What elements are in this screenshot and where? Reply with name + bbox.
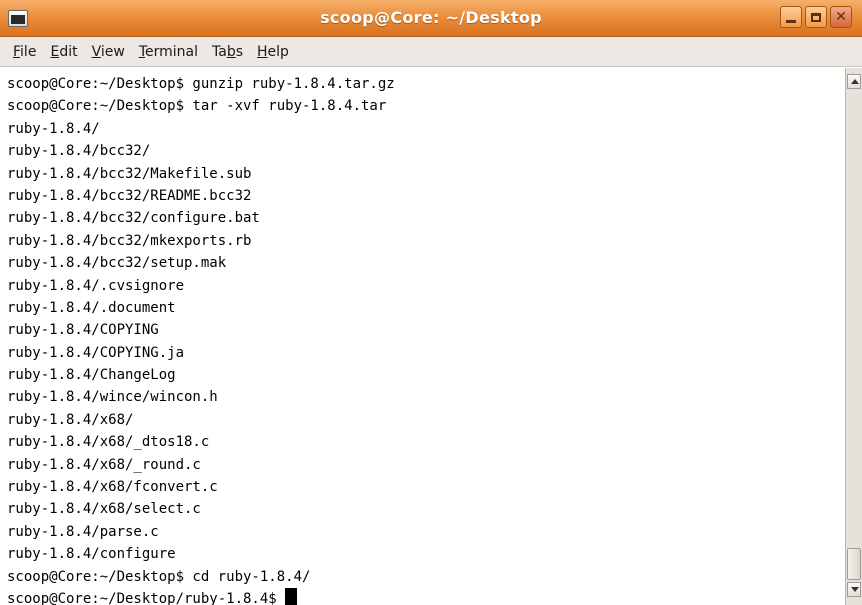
terminal-line: ruby-1.8.4/x68/ [7,411,134,428]
title-bar[interactable]: scoop@Core: ~/Desktop ✕ [0,0,862,37]
terminal-line: ruby-1.8.4/configure [7,546,176,563]
terminal-line: ruby-1.8.4/bcc32/Makefile.sub [7,165,252,182]
terminal-line: ruby-1.8.4/bcc32/ [7,143,151,160]
menu-bar: File Edit View Terminal Tabs Help [0,37,862,67]
terminal-line: ruby-1.8.4/bcc32/configure.bat [7,210,260,227]
scroll-up-arrow-icon[interactable] [847,74,861,89]
terminal-line: ruby-1.8.4/bcc32/setup.mak [7,255,227,272]
terminal-line: ruby-1.8.4/wince/wincon.h [7,389,218,406]
maximize-icon [811,12,821,22]
terminal-line: ruby-1.8.4/.document [7,299,176,316]
terminal-line: scoop@Core:~/Desktop$ cd ruby-1.8.4/ [7,568,311,585]
close-icon: ✕ [835,9,847,25]
terminal-line: ruby-1.8.4/x68/select.c [7,501,201,518]
terminal-output[interactable]: scoop@Core:~/Desktop$ gunzip ruby-1.8.4.… [0,68,845,605]
window-title: scoop@Core: ~/Desktop [320,8,542,27]
terminal-line: ruby-1.8.4/parse.c [7,523,159,540]
terminal-line: scoop@Core:~/Desktop$ gunzip ruby-1.8.4.… [7,76,395,92]
scroll-thumb[interactable] [847,548,861,580]
minimize-button[interactable] [780,6,802,28]
terminal-lines: scoop@Core:~/Desktop$ gunzip ruby-1.8.4.… [7,73,395,605]
vertical-scrollbar[interactable] [845,68,862,605]
terminal-line: ruby-1.8.4/x68/_round.c [7,456,201,473]
terminal-line: ruby-1.8.4/COPYING [7,322,159,339]
close-button[interactable]: ✕ [830,6,852,28]
menu-view[interactable]: View [85,44,132,60]
maximize-button[interactable] [805,6,827,28]
terminal-line: ruby-1.8.4/bcc32/mkexports.rb [7,232,252,249]
menu-help[interactable]: Help [250,44,296,60]
menu-edit[interactable]: Edit [43,44,84,60]
menu-file[interactable]: File [6,44,43,60]
terminal-line: ruby-1.8.4/ [7,120,100,137]
terminal-line: ruby-1.8.4/COPYING.ja [7,344,185,361]
terminal-prompt-line[interactable]: scoop@Core:~/Desktop/ruby-1.8.4$ [7,587,395,605]
minimize-icon [786,19,796,23]
terminal-line: ruby-1.8.4/x68/fconvert.c [7,479,218,496]
terminal-window: scoop@Core: ~/Desktop ✕ File Edit View T… [0,0,862,605]
terminal-line: scoop@Core:~/Desktop$ tar -xvf ruby-1.8.… [7,98,387,115]
menu-terminal[interactable]: Terminal [132,44,205,60]
terminal-line: ruby-1.8.4/x68/_dtos18.c [7,434,210,451]
terminal-line: ruby-1.8.4/bcc32/README.bcc32 [7,187,252,204]
prompt-text: scoop@Core:~/Desktop/ruby-1.8.4$ [7,590,286,605]
text-cursor [285,587,298,605]
terminal-line: ruby-1.8.4/ChangeLog [7,367,176,384]
scroll-down-arrow-icon[interactable] [847,582,861,597]
menu-tabs[interactable]: Tabs [205,44,250,60]
terminal-line: ruby-1.8.4/.cvsignore [7,277,185,294]
